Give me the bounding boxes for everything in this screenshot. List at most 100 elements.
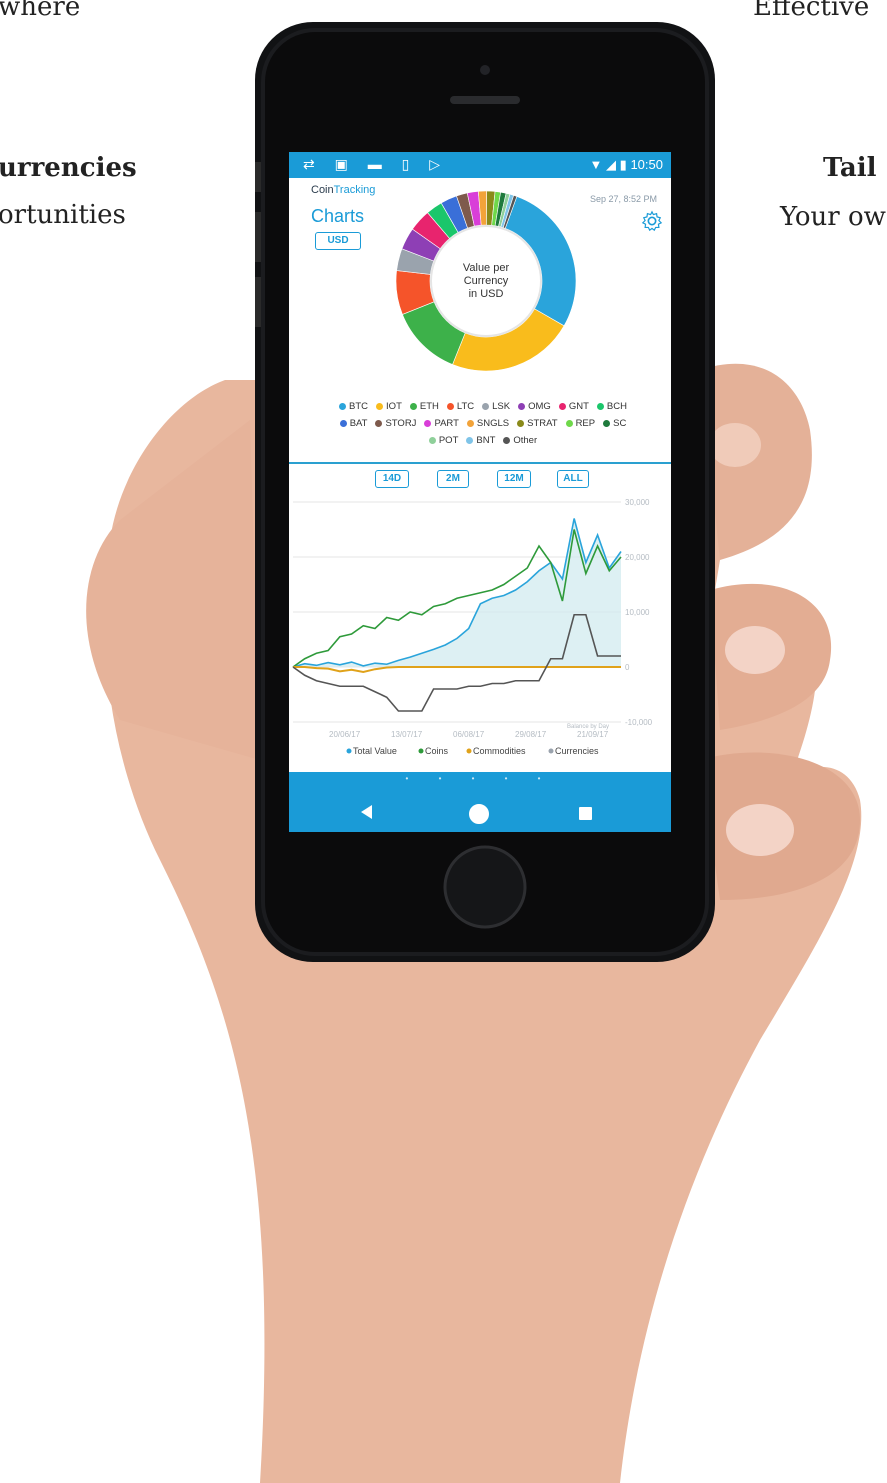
legend-item-sc[interactable]: SC [603,415,626,432]
legend-dot [482,402,490,410]
legend-label: BTC [349,401,369,412]
y-tick-label: 10,000 [625,608,650,617]
page-title: Charts [311,206,365,226]
legend-label: BNT [476,435,496,446]
legend-item-sngls[interactable]: SNGLS [466,415,510,432]
legend-item-iot[interactable]: IOT [376,398,402,415]
legend-dot [517,419,525,427]
legend-dot [424,419,432,427]
donut-label-line2: Currency [463,275,509,287]
chart-legend-dot [466,748,472,754]
balance-line-chart: 30,000 20,000 10,000 0 -10,000 20/06/17 13/07/… [292,498,653,756]
legend-dot [466,436,474,444]
x-tick-label: 21/09/17 [577,730,609,739]
legend-label: POT [438,435,459,446]
clock: 10:50 [630,157,663,172]
legend-dot [446,402,454,410]
legend-label: BCH [606,401,627,412]
donut-label-line1: Value per [462,262,510,274]
series-line-commodities [293,666,621,673]
recent-apps-icon[interactable] [579,807,592,820]
donut-center-label: Value per Currency in USD [435,262,537,301]
legend-item-bat[interactable]: BAT [339,415,367,432]
legend-label: IOT [386,401,402,412]
timestamp: Sep 27, 8:52 PM [589,194,657,204]
navigation-bar: • • • • • [289,772,671,832]
page-indicator: • • • • • [405,774,555,783]
chart-legend-dot [548,748,554,754]
logo-suffix: Tracking [333,184,376,196]
legend-label: ETH [419,401,439,412]
legend-label: GNT [568,401,589,412]
legend-label: LTC [456,401,475,412]
currency-button[interactable]: USD [315,232,361,250]
range-all-button[interactable]: ALL [557,470,589,488]
y-tick-label: 20,000 [625,553,650,562]
legend-label: SC [613,418,627,429]
status-right: ▼ ◢ ▮ 10:50 [590,157,663,173]
chart-legend-dot [346,748,352,754]
legend-row: POT BNT Other [307,432,659,449]
x-tick-label: 20/06/17 [329,730,361,739]
legend-item-lsk[interactable]: LSK [482,398,510,415]
legend-item-omg[interactable]: OMG [518,398,551,415]
legend-item-btc[interactable]: BTC [339,398,368,415]
legend-dot [409,402,417,410]
x-tick-label: 06/08/17 [453,730,485,739]
chart-legend-label[interactable]: Currencies [555,746,599,756]
legend-label: STORJ [385,418,417,429]
legend-label: OMG [528,401,551,412]
legend-label: LSK [492,401,511,412]
signal-icon: ◢ [606,157,617,172]
legend-label: REP [575,418,596,429]
chart-annotation: Balance by Day [567,724,609,730]
legend-item-rep[interactable]: REP [565,415,596,432]
legend-dot [376,402,384,410]
legend-item-ltc[interactable]: LTC [446,398,475,415]
y-tick-label: -10,000 [625,718,653,727]
legend-item-other[interactable]: Other [503,432,537,449]
x-tick-label: 29/08/17 [515,730,547,739]
app-logo: CoinTracking [311,184,375,196]
legend-item-strat[interactable]: STRAT [517,415,558,432]
x-tick-label: 13/07/17 [391,730,423,739]
chart-legend-label[interactable]: Coins [425,746,449,756]
legend-label: SNGLS [476,418,510,429]
home-icon[interactable] [469,804,489,824]
legend-label: PART [434,418,459,429]
legend-label: STRAT [527,418,558,429]
chart-legend-label[interactable]: Commodities [473,746,526,756]
wifi-icon: ▼ [589,157,603,172]
legend-item-eth[interactable]: ETH [409,398,439,415]
range-2m-button[interactable]: 2M [437,470,469,488]
legend-dot [596,402,604,410]
currency-legend: BTC IOT ETH LTC LSK OMG GNT BCH BAT STORJ PART SNG… [307,398,659,449]
legend-dot [565,419,573,427]
back-icon[interactable] [361,805,372,819]
donut-label-line3: in USD [468,288,504,300]
status-bar: ⇄ ▣ ▬ ▯ ▷ ▼ ◢ ▮ 10:50 [289,152,671,178]
range-14d-button[interactable]: 14D [375,470,409,488]
legend-item-pot[interactable]: POT [428,432,459,449]
range-12m-button[interactable]: 12M [497,470,531,488]
legend-item-gnt[interactable]: GNT [558,398,589,415]
y-tick-label: 30,000 [625,498,650,507]
legend-row: BTC IOT ETH LTC LSK OMG GNT BCH [307,398,659,415]
logo-prefix: Coin [311,184,334,196]
legend-item-bnt[interactable]: BNT [466,432,495,449]
legend-item-part[interactable]: PART [424,415,459,432]
legend-dot [375,419,383,427]
legend-dot [503,436,511,444]
y-tick-label: 0 [625,663,630,672]
legend-dot [518,402,526,410]
legend-item-bch[interactable]: BCH [596,398,627,415]
legend-item-storj[interactable]: STORJ [375,415,416,432]
legend-dot [339,419,347,427]
legend-dot [339,402,347,410]
legend-dot [558,402,566,410]
legend-dot [603,419,611,427]
chart-legend-label[interactable]: Total Value [353,746,397,756]
settings-gear-icon[interactable] [641,210,663,232]
battery-icon: ▮ [619,157,627,172]
legend-dot [428,436,436,444]
